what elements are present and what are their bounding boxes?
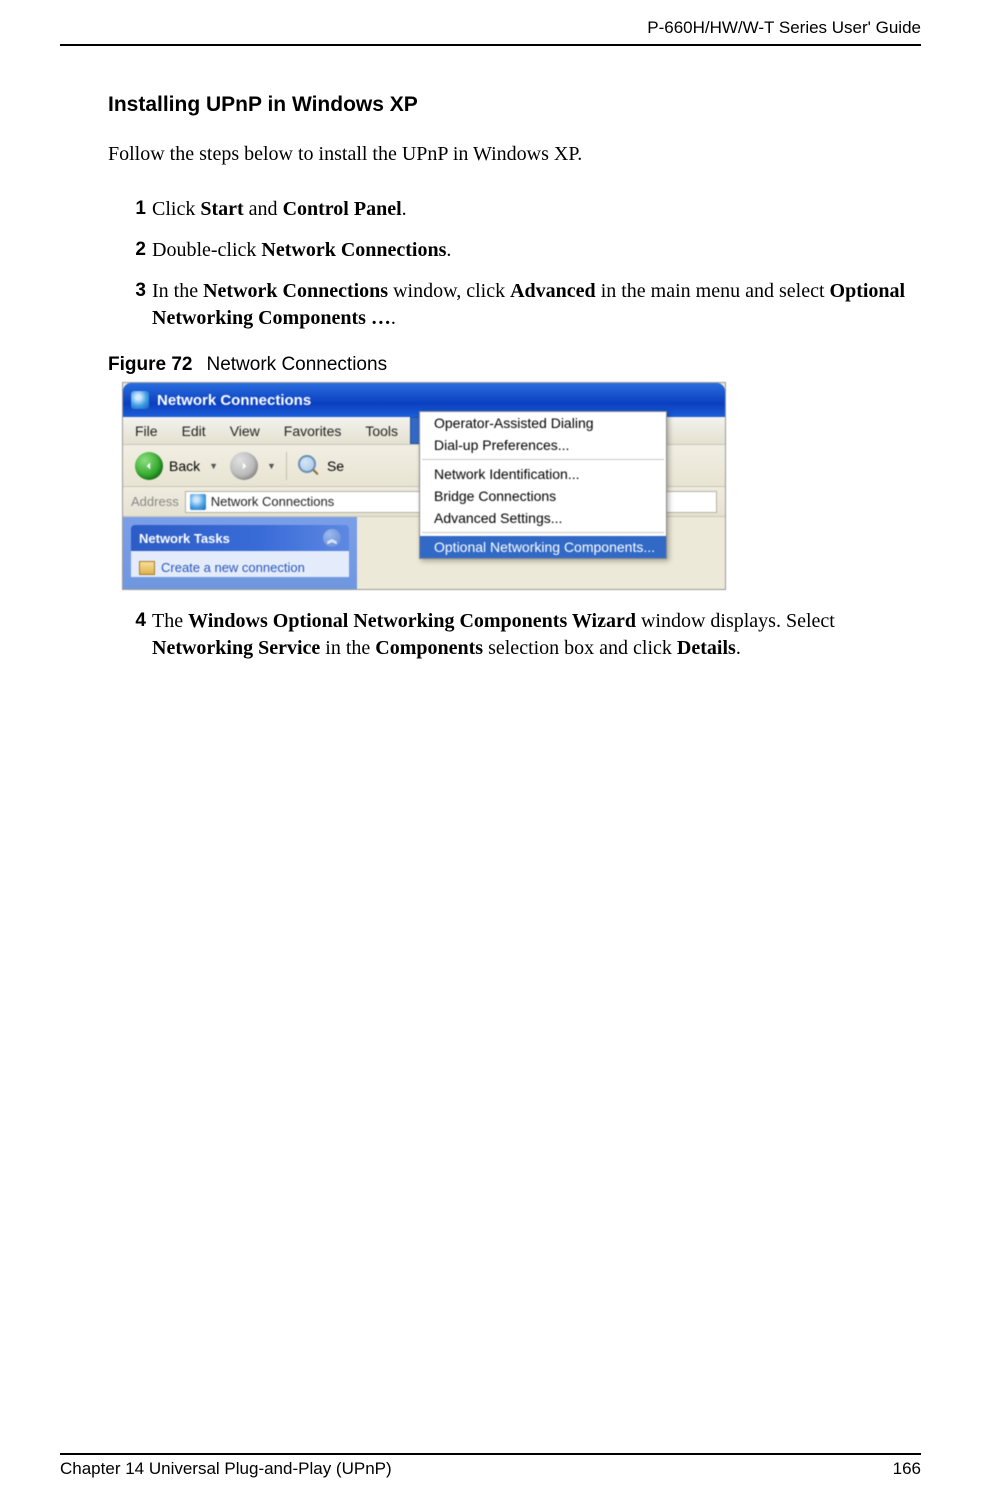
step-text-frag: The — [152, 610, 188, 632]
step-text-frag: and — [244, 198, 283, 220]
task-create-connection[interactable]: Create a new connection — [131, 551, 349, 577]
address-label: Address — [131, 494, 179, 509]
step-text-frag: Double-click — [152, 239, 261, 261]
figure-caption: Figure 72 Network Connections — [108, 354, 921, 376]
step-bold: Network Connections — [203, 280, 388, 302]
dd-network-id[interactable]: Network Identification... — [420, 463, 666, 485]
dd-dialup-prefs[interactable]: Dial-up Preferences... — [420, 434, 666, 456]
step-text-frag: Click — [152, 198, 200, 220]
new-connection-icon — [139, 561, 155, 575]
dd-optional-networking[interactable]: Optional Networking Components... — [420, 536, 666, 558]
menu-view[interactable]: View — [218, 417, 272, 444]
advanced-dropdown: Operator-Assisted Dialing Dial-up Prefer… — [419, 411, 667, 559]
network-tasks-label: Network Tasks — [139, 531, 230, 546]
step-text-frag: . — [391, 307, 396, 329]
step-text-frag: in the main menu and select — [596, 280, 830, 302]
step-text: Double-click Network Connections. — [152, 237, 911, 264]
figure-title: Network Connections — [206, 354, 387, 375]
toolbar-back-label: Back — [169, 458, 200, 474]
step-4: 4 The Windows Optional Networking Compon… — [120, 608, 911, 662]
footer-chapter: Chapter 14 Universal Plug-and-Play (UPnP… — [60, 1459, 392, 1479]
step-text-frag: . — [402, 198, 407, 220]
step-bold: Advanced — [510, 280, 596, 302]
search-icon[interactable] — [297, 454, 321, 478]
chevron-down-icon: ▼ — [264, 461, 276, 471]
tasks-sidebar: Network Tasks ︽ Create a new connection — [123, 517, 357, 589]
dd-operator-assisted[interactable]: Operator-Assisted Dialing — [420, 412, 666, 434]
chevron-down-icon: ▼ — [206, 461, 218, 471]
step-number: 1 — [120, 196, 146, 223]
step-bold: Network Connections — [261, 239, 446, 261]
step-text-frag: . — [736, 637, 741, 659]
step-number: 4 — [120, 608, 146, 662]
menu-edit[interactable]: Edit — [170, 417, 218, 444]
step-text: The Windows Optional Networking Componen… — [152, 608, 911, 662]
step-bold: Windows Optional Networking Components W… — [188, 610, 636, 632]
toolbar-search-label-partial: Se — [327, 458, 344, 474]
menu-tools[interactable]: Tools — [353, 417, 410, 444]
step-text: Click Start and Control Panel. — [152, 196, 911, 223]
page-footer: Chapter 14 Universal Plug-and-Play (UPnP… — [60, 1453, 921, 1479]
step-text-frag: window, click — [388, 280, 510, 302]
header-rule — [60, 44, 921, 46]
figure-label: Figure 72 — [108, 354, 192, 375]
footer-page-number: 166 — [893, 1459, 921, 1479]
step-number: 2 — [120, 237, 146, 264]
dd-bridge-connections[interactable]: Bridge Connections — [420, 485, 666, 507]
back-arrow-icon — [135, 452, 163, 480]
step-text-frag: selection box and click — [483, 637, 677, 659]
intro-paragraph: Follow the steps below to install the UP… — [108, 143, 921, 166]
step-bold: Components — [375, 637, 483, 659]
address-value: Network Connections — [211, 494, 335, 509]
network-tasks-header[interactable]: Network Tasks ︽ — [131, 525, 349, 551]
dd-advanced-settings[interactable]: Advanced Settings... — [420, 507, 666, 529]
forward-arrow-icon[interactable] — [230, 452, 258, 480]
step-list-continued: 4 The Windows Optional Networking Compon… — [120, 608, 911, 662]
step-number: 3 — [120, 278, 146, 332]
step-list: 1 Click Start and Control Panel. 2 Doubl… — [120, 196, 911, 332]
step-bold: Control Panel — [283, 198, 402, 220]
step-text: In the Network Connections window, click… — [152, 278, 911, 332]
toolbar-separator — [286, 452, 287, 480]
step-2: 2 Double-click Network Connections. — [120, 237, 911, 264]
task-label: Create a new connection — [161, 560, 305, 575]
step-text-frag: window displays. Select — [636, 610, 835, 632]
dd-separator — [422, 532, 664, 533]
window-title: Network Connections — [157, 392, 311, 409]
collapse-icon[interactable]: ︽ — [323, 529, 341, 547]
dd-separator — [422, 459, 664, 460]
network-connections-icon — [190, 494, 206, 510]
header-guide-title: P-660H/HW/W-T Series User' Guide — [60, 18, 921, 44]
menu-file[interactable]: File — [123, 417, 170, 444]
screenshot-network-connections: Network Connections File Edit View Favor… — [122, 382, 726, 590]
step-1: 1 Click Start and Control Panel. — [120, 196, 911, 223]
footer-rule — [60, 1453, 921, 1455]
step-text-frag: In the — [152, 280, 203, 302]
toolbar-back-button[interactable]: Back ▼ — [129, 450, 224, 482]
step-text-frag: in the — [320, 637, 375, 659]
section-heading: Installing UPnP in Windows XP — [108, 93, 921, 117]
step-text-frag: . — [446, 239, 451, 261]
step-3: 3 In the Network Connections window, cli… — [120, 278, 911, 332]
step-bold: Networking Service — [152, 637, 320, 659]
menu-favorites[interactable]: Favorites — [272, 417, 354, 444]
step-bold: Details — [677, 637, 736, 659]
network-connections-icon — [131, 391, 149, 409]
step-bold: Start — [200, 198, 243, 220]
